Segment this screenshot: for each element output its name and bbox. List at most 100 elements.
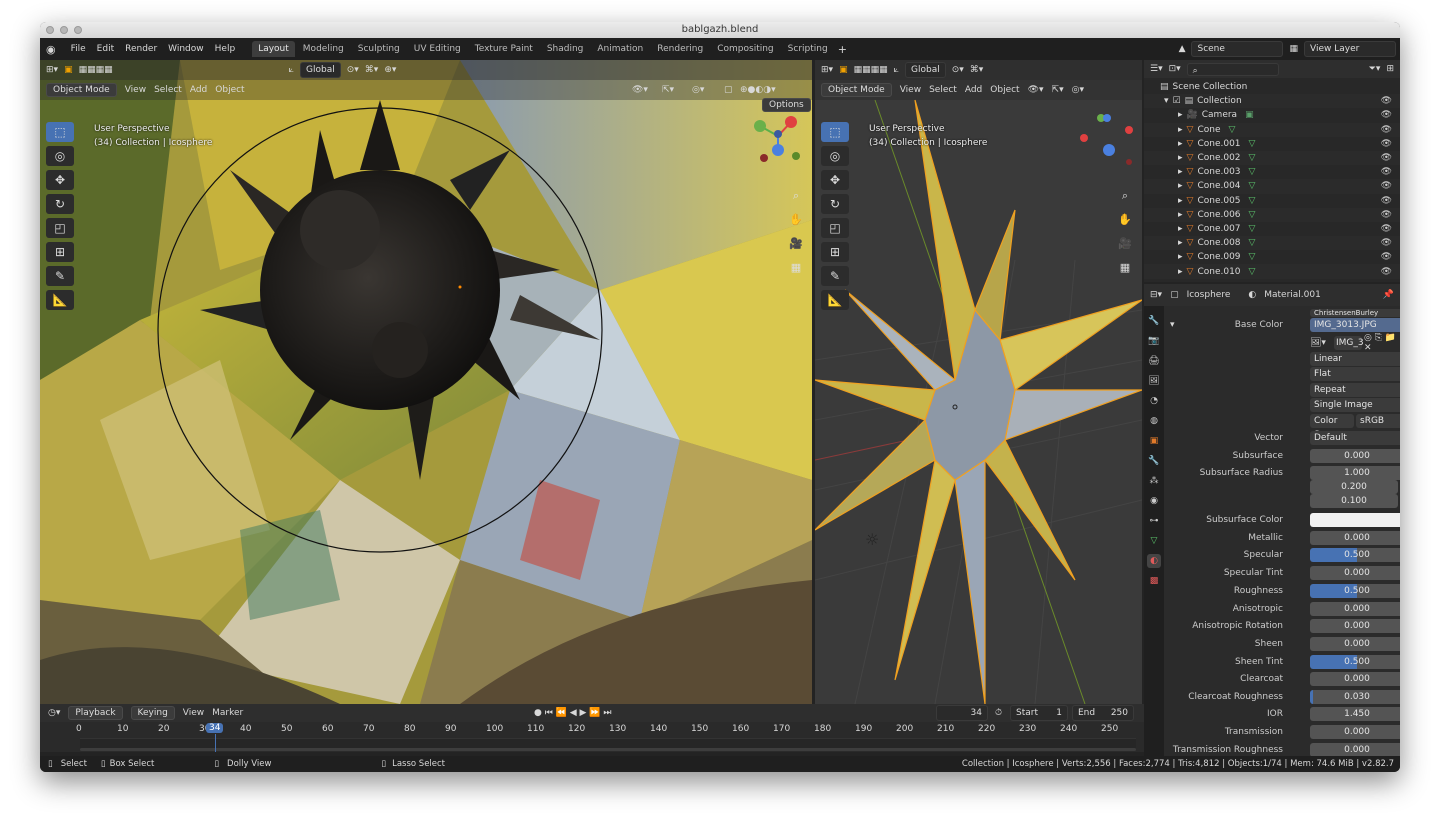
eye-icon[interactable]: 👁	[1381, 238, 1392, 248]
transform-orientation-dropdown[interactable]: Global	[300, 62, 341, 78]
stopwatch-icon[interactable]: ⏱	[995, 708, 1002, 718]
object-mode-dropdown[interactable]: Object Mode	[821, 83, 892, 97]
select-box-tool-icon[interactable]: ⬚	[821, 122, 849, 142]
select-tool-icon[interactable]: ▣	[839, 65, 848, 75]
select-menu[interactable]: Select	[154, 85, 182, 95]
workspace-tab-sculpting[interactable]: Sculpting	[352, 41, 406, 57]
projection-dropdown[interactable]: Flat	[1310, 366, 1400, 381]
property-value-field[interactable]: 0.500	[1310, 547, 1400, 562]
visibility-icon[interactable]: 👁▾	[1028, 85, 1044, 95]
snap-icon[interactable]: ⌘▾	[365, 65, 379, 75]
checkbox-icon[interactable]: ☑	[1173, 96, 1181, 106]
outliner-item[interactable]: ▸ ▽ Cone.002 ▽ 👁	[1144, 150, 1400, 166]
editor-type-icon[interactable]: ⊞▾	[46, 65, 58, 75]
eye-icon[interactable]: 👁	[1381, 252, 1392, 262]
eye-icon[interactable]: 👁	[1381, 267, 1392, 277]
object-menu[interactable]: Object	[990, 85, 1019, 95]
add-menu[interactable]: Add	[190, 85, 207, 95]
keying-menu[interactable]: Keying	[130, 706, 175, 720]
color-space-dropdown[interactable]: sRGB	[1356, 413, 1400, 428]
property-value-field[interactable]: 0.000	[1310, 636, 1400, 651]
eye-icon[interactable]: 👁	[1381, 96, 1392, 106]
expand-arrow-icon[interactable]: ▸	[1178, 267, 1183, 277]
property-value-field[interactable]: 0.000	[1310, 565, 1400, 580]
playhead-line[interactable]	[215, 734, 216, 752]
source-dropdown[interactable]: Single Image	[1310, 397, 1400, 412]
property-value-field[interactable]: 0.500	[1310, 583, 1400, 598]
minimize-window-button[interactable]	[60, 26, 68, 34]
menu-item-window[interactable]: Window	[163, 42, 209, 56]
expand-arrow-icon[interactable]: ▸	[1178, 110, 1183, 120]
mesh-data-icon[interactable]: ▽	[1249, 210, 1256, 220]
current-frame-field[interactable]: 34	[936, 705, 988, 721]
scene-collection-row[interactable]: ▤ Scene Collection	[1144, 80, 1400, 94]
zoom-icon[interactable]: ⌕	[1117, 188, 1133, 204]
eye-icon[interactable]: 👁	[1381, 181, 1392, 191]
gizmo-icon[interactable]: ⇱▾	[662, 85, 674, 95]
property-value-field[interactable]: 0.100	[1310, 493, 1398, 508]
image-name-field[interactable]: IMG_3	[1334, 335, 1364, 350]
subsurface-method-dropdown[interactable]: ChristensenBurley	[1310, 308, 1400, 317]
workspace-tab-rendering[interactable]: Rendering	[651, 41, 709, 57]
zoom-icon[interactable]: ⌕	[788, 188, 804, 204]
outliner-item[interactable]: ▸ ▽ Cone ▽ 👁	[1144, 122, 1400, 137]
property-value-field[interactable]: 0.000	[1310, 530, 1400, 545]
render-tab-icon[interactable]: 📷	[1147, 334, 1161, 348]
expand-arrow-icon[interactable]: ▸	[1178, 125, 1183, 135]
workspace-tab-scripting[interactable]: Scripting	[782, 41, 834, 57]
xray-icon[interactable]: ▢	[724, 85, 733, 95]
scene-selector[interactable]: Scene	[1191, 41, 1284, 57]
camera-data-icon[interactable]: ▣	[1245, 110, 1254, 120]
camera-view-icon[interactable]: 🎥	[788, 236, 804, 252]
menu-item-help[interactable]: Help	[210, 42, 241, 56]
timeline-scrollbar[interactable]	[80, 748, 1136, 751]
annotate-tool-icon[interactable]: ✎	[46, 266, 74, 286]
grid-view-icon[interactable]: ▦	[788, 260, 804, 276]
select-menu[interactable]: Select	[929, 85, 957, 95]
view-layer-selector[interactable]: View Layer	[1304, 41, 1396, 57]
outliner-item[interactable]: ▸ ▽ Cone.003 ▽ 👁	[1144, 165, 1400, 179]
playback-menu[interactable]: Playback	[68, 706, 123, 720]
select-tool-icon[interactable]: ▣	[64, 65, 73, 75]
eye-icon[interactable]: 👁	[1381, 196, 1392, 206]
workspace-tab-layout[interactable]: Layout	[252, 41, 295, 57]
eye-icon[interactable]: 👁	[1381, 167, 1392, 177]
current-frame-marker[interactable]: 34	[206, 723, 224, 733]
mesh-data-icon[interactable]: ▽	[1249, 196, 1256, 206]
selection-mode-icons[interactable]: ▦▦▦▦	[854, 65, 888, 75]
mesh-data-icon[interactable]: ▽	[1249, 238, 1256, 248]
texture-tab-icon[interactable]: ▩	[1147, 574, 1161, 588]
editor-type-icon[interactable]: ☰▾	[1150, 64, 1163, 74]
workspace-tab-animation[interactable]: Animation	[591, 41, 649, 57]
property-value-field[interactable]: 0.200	[1310, 479, 1398, 494]
rotate-tool-icon[interactable]: ↻	[46, 194, 74, 214]
display-mode-icon[interactable]: ⊡▾	[1169, 64, 1181, 74]
property-value-field[interactable]: 1.000	[1310, 465, 1400, 480]
gizmo-icon[interactable]: ⇱▾	[1052, 85, 1064, 95]
mesh-data-icon[interactable]: ▽	[1249, 139, 1256, 149]
property-value-field[interactable]: 0.000	[1310, 618, 1400, 633]
marker-menu[interactable]: Marker	[212, 708, 243, 718]
modifier-tab-icon[interactable]: 🔧	[1147, 454, 1161, 468]
view-menu[interactable]: View	[183, 708, 204, 718]
expand-arrow-icon[interactable]: ▾	[1164, 96, 1169, 106]
annotate-tool-icon[interactable]: ✎	[821, 266, 849, 286]
eye-icon[interactable]: 👁	[1381, 210, 1392, 220]
image-action-icons[interactable]: ◎ ⎘ 📁 ✕	[1364, 333, 1400, 353]
outliner-item[interactable]: ▸ ▽ Cone.006 ▽ 👁	[1144, 207, 1400, 222]
cursor-tool-icon[interactable]: ◎	[46, 146, 74, 166]
axis-gizmo[interactable]	[1075, 106, 1135, 166]
snap-icon[interactable]: ⌘▾	[970, 65, 984, 75]
pan-hand-icon[interactable]: ✋	[788, 212, 804, 228]
view-layer-tab-icon[interactable]: 🖼	[1147, 374, 1161, 388]
shading-mode-icons[interactable]: ⊕●◐◑▾	[740, 85, 776, 95]
transform-tool-icon[interactable]: ⊞	[821, 242, 849, 262]
start-frame-field[interactable]: Start 1	[1010, 705, 1068, 721]
expand-arrow-icon[interactable]: ▸	[1178, 153, 1183, 163]
selection-mode-icons[interactable]: ▦▦▦▦	[79, 65, 113, 75]
rotate-tool-icon[interactable]: ↻	[821, 194, 849, 214]
object-menu[interactable]: Object	[215, 85, 244, 95]
overlay-icon[interactable]: ◎▾	[1072, 85, 1084, 95]
particles-tab-icon[interactable]: ⁂	[1147, 474, 1161, 488]
property-value-field[interactable]: 1.450	[1310, 706, 1400, 721]
